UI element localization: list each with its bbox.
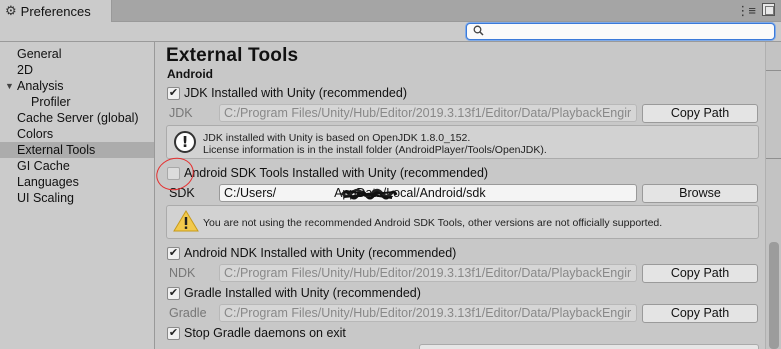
jdk-field-label: JDK <box>169 106 193 120</box>
sidebar-item-label: GI Cache <box>17 159 70 173</box>
sdk-warning-text: You are not using the recommended Androi… <box>203 217 663 229</box>
warning-icon <box>173 210 199 232</box>
page-title: External Tools <box>166 45 299 66</box>
ndk-path-field[interactable]: C:/Program Files/Unity/Hub/Editor/2019.3… <box>219 264 637 282</box>
next-field-partial <box>419 344 759 349</box>
scroll-divider <box>766 70 781 71</box>
preferences-sidebar: General 2D ▼ Analysis Profiler Cache Serv… <box>0 42 155 349</box>
sidebar-item-label: Profiler <box>31 95 71 109</box>
jdk-info-line2: License information is in the install fo… <box>203 144 547 156</box>
expand-arrow-icon[interactable]: ▼ <box>5 78 14 94</box>
sidebar-item-colors[interactable]: Colors <box>0 126 154 142</box>
jdk-info-line1: JDK installed with Unity is based on Ope… <box>203 132 471 144</box>
sidebar-item-label: External Tools <box>17 143 96 157</box>
jdk-toggle-row: ✔ JDK Installed with Unity (recommended) <box>156 83 766 103</box>
sdk-warning-box: You are not using the recommended Androi… <box>166 205 759 239</box>
gradle-toggle-row: ✔ Gradle Installed with Unity (recommend… <box>156 283 766 303</box>
gradle-path-row: Gradle C:/Program Files/Unity/Hub/Editor… <box>156 303 766 323</box>
sidebar-item-label: Analysis <box>17 79 64 93</box>
gradle-field-label: Gradle <box>169 306 207 320</box>
search-input[interactable] <box>487 24 767 39</box>
sdk-path-field[interactable]: C:/Users/AppData/Local/Android/sdk <box>219 184 637 202</box>
gradle-checkbox-label: Gradle Installed with Unity (recommended… <box>184 286 421 300</box>
external-tools-panel: External Tools Android ✔ JDK Installed w… <box>156 42 781 349</box>
gradle-copy-path-button[interactable]: Copy Path <box>642 304 758 323</box>
sidebar-item-general[interactable]: General <box>0 46 154 62</box>
stop-gradle-checkbox[interactable]: ✔ <box>167 327 180 340</box>
vertical-scrollbar[interactable] <box>765 42 781 349</box>
search-box[interactable] <box>466 23 775 40</box>
stop-gradle-row: ✔ Stop Gradle daemons on exit <box>156 323 766 343</box>
sdk-toggle-row: Android SDK Tools Installed with Unity (… <box>156 163 766 183</box>
sidebar-item-label: Cache Server (global) <box>17 111 139 125</box>
window-title: Preferences <box>20 3 91 19</box>
scroll-divider <box>766 158 781 159</box>
section-heading-android: Android <box>167 67 213 81</box>
sidebar-item-analysis[interactable]: ▼ Analysis <box>0 78 154 94</box>
stop-gradle-checkbox-label: Stop Gradle daemons on exit <box>184 326 346 340</box>
scrollbar-thumb[interactable] <box>769 242 779 349</box>
sidebar-item-label: UI Scaling <box>17 191 74 205</box>
sidebar-item-profiler[interactable]: Profiler <box>0 94 154 110</box>
search-icon <box>473 25 484 39</box>
sdk-path-prefix: C:/Users/ <box>224 186 277 200</box>
sidebar-item-languages[interactable]: Languages <box>0 174 154 190</box>
preferences-tab[interactable]: ⚙ Preferences <box>0 0 112 22</box>
redaction-scribble <box>340 188 398 200</box>
jdk-checkbox-label: JDK Installed with Unity (recommended) <box>184 86 407 100</box>
ndk-field-label: NDK <box>169 266 196 280</box>
window-titlebar: ⚙ Preferences ⋮≡ <box>0 0 781 22</box>
ndk-checkbox-label: Android NDK Installed with Unity (recomm… <box>184 246 457 260</box>
sidebar-item-external-tools[interactable]: External Tools <box>0 142 154 158</box>
sidebar-item-label: General <box>17 47 62 61</box>
jdk-checkbox[interactable]: ✔ <box>167 87 180 100</box>
search-toolbar <box>0 22 781 42</box>
ndk-path-row: NDK C:/Program Files/Unity/Hub/Editor/20… <box>156 263 766 283</box>
sdk-browse-button[interactable]: Browse <box>642 184 758 203</box>
sidebar-item-cache-server[interactable]: Cache Server (global) <box>0 110 154 126</box>
jdk-path-row: JDK C:/Program Files/Unity/Hub/Editor/20… <box>156 103 766 123</box>
jdk-info-box: ! JDK installed with Unity is based on O… <box>166 125 759 159</box>
jdk-path-field[interactable]: C:/Program Files/Unity/Hub/Editor/2019.3… <box>219 104 637 122</box>
sidebar-item-ui-scaling[interactable]: UI Scaling <box>0 190 154 206</box>
sidebar-item-2d[interactable]: 2D <box>0 62 154 78</box>
sidebar-item-gi-cache[interactable]: GI Cache <box>0 158 154 174</box>
gradle-checkbox[interactable]: ✔ <box>167 287 180 300</box>
sidebar-item-label: Colors <box>17 127 54 141</box>
ndk-toggle-row: ✔ Android NDK Installed with Unity (reco… <box>156 243 766 263</box>
gradle-path-field[interactable]: C:/Program Files/Unity/Hub/Editor/2019.3… <box>219 304 637 322</box>
ndk-checkbox[interactable]: ✔ <box>167 247 180 260</box>
sidebar-item-label: Languages <box>17 175 79 189</box>
sdk-path-row: SDK C:/Users/AppData/Local/Android/sdk B… <box>156 183 766 203</box>
info-icon: ! <box>174 131 196 153</box>
maximize-icon[interactable] <box>762 3 775 16</box>
sidebar-item-label: 2D <box>17 63 33 77</box>
gear-icon: ⚙ <box>5 3 17 18</box>
window-menu-icon[interactable]: ⋮≡ <box>736 3 756 19</box>
jdk-copy-path-button[interactable]: Copy Path <box>642 104 758 123</box>
sdk-checkbox-label: Android SDK Tools Installed with Unity (… <box>184 166 489 180</box>
ndk-copy-path-button[interactable]: Copy Path <box>642 264 758 283</box>
